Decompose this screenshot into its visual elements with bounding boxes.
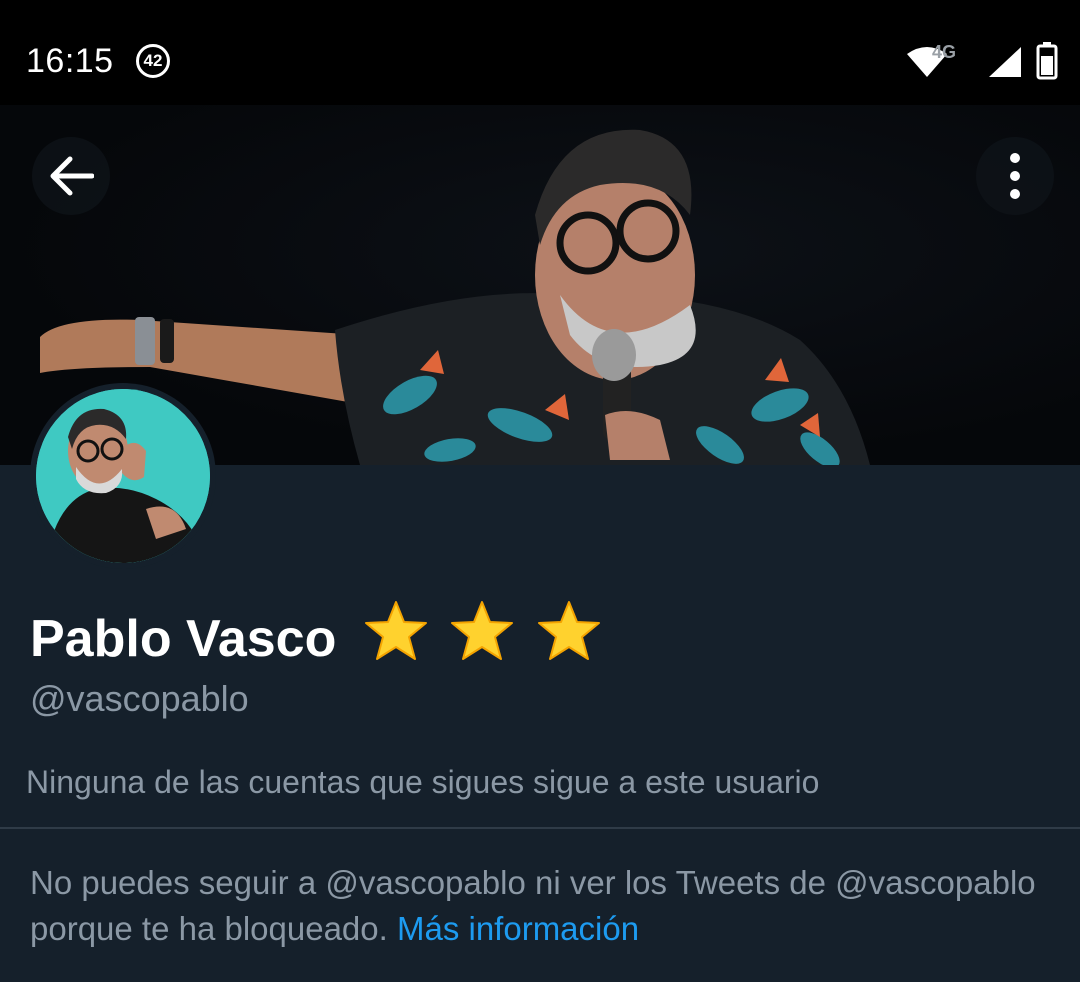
star-emoji-icon (451, 601, 514, 660)
signal-icon (989, 47, 1021, 77)
network-type-label: 4G (931, 42, 956, 62)
status-bar: 16:15 42 4G (0, 0, 1080, 105)
star-emoji-icon (364, 601, 427, 660)
star-emoji-icon (537, 601, 600, 660)
arrow-left-icon (50, 156, 94, 196)
avatar-photo (36, 389, 210, 563)
divider (0, 827, 1080, 829)
name-star-badges (363, 600, 608, 675)
status-time: 16:15 (26, 42, 114, 80)
more-vertical-icon (1010, 153, 1020, 199)
battery-icon (1036, 42, 1058, 80)
notification-count-badge: 42 (136, 44, 170, 78)
back-button[interactable] (32, 137, 110, 215)
display-name-text: Pablo Vasco (30, 610, 337, 668)
profile-display-name: Pablo Vasco (30, 600, 608, 675)
profile-handle: @vascopablo (30, 678, 249, 719)
followers-you-know[interactable]: Ninguna de las cuentas que sigues sigue … (26, 764, 819, 801)
more-options-button[interactable] (976, 137, 1054, 215)
avatar[interactable] (30, 383, 216, 569)
more-info-link[interactable]: Más información (397, 910, 639, 947)
blocked-notice: No puedes seguir a @vascopablo ni ver lo… (30, 860, 1050, 952)
